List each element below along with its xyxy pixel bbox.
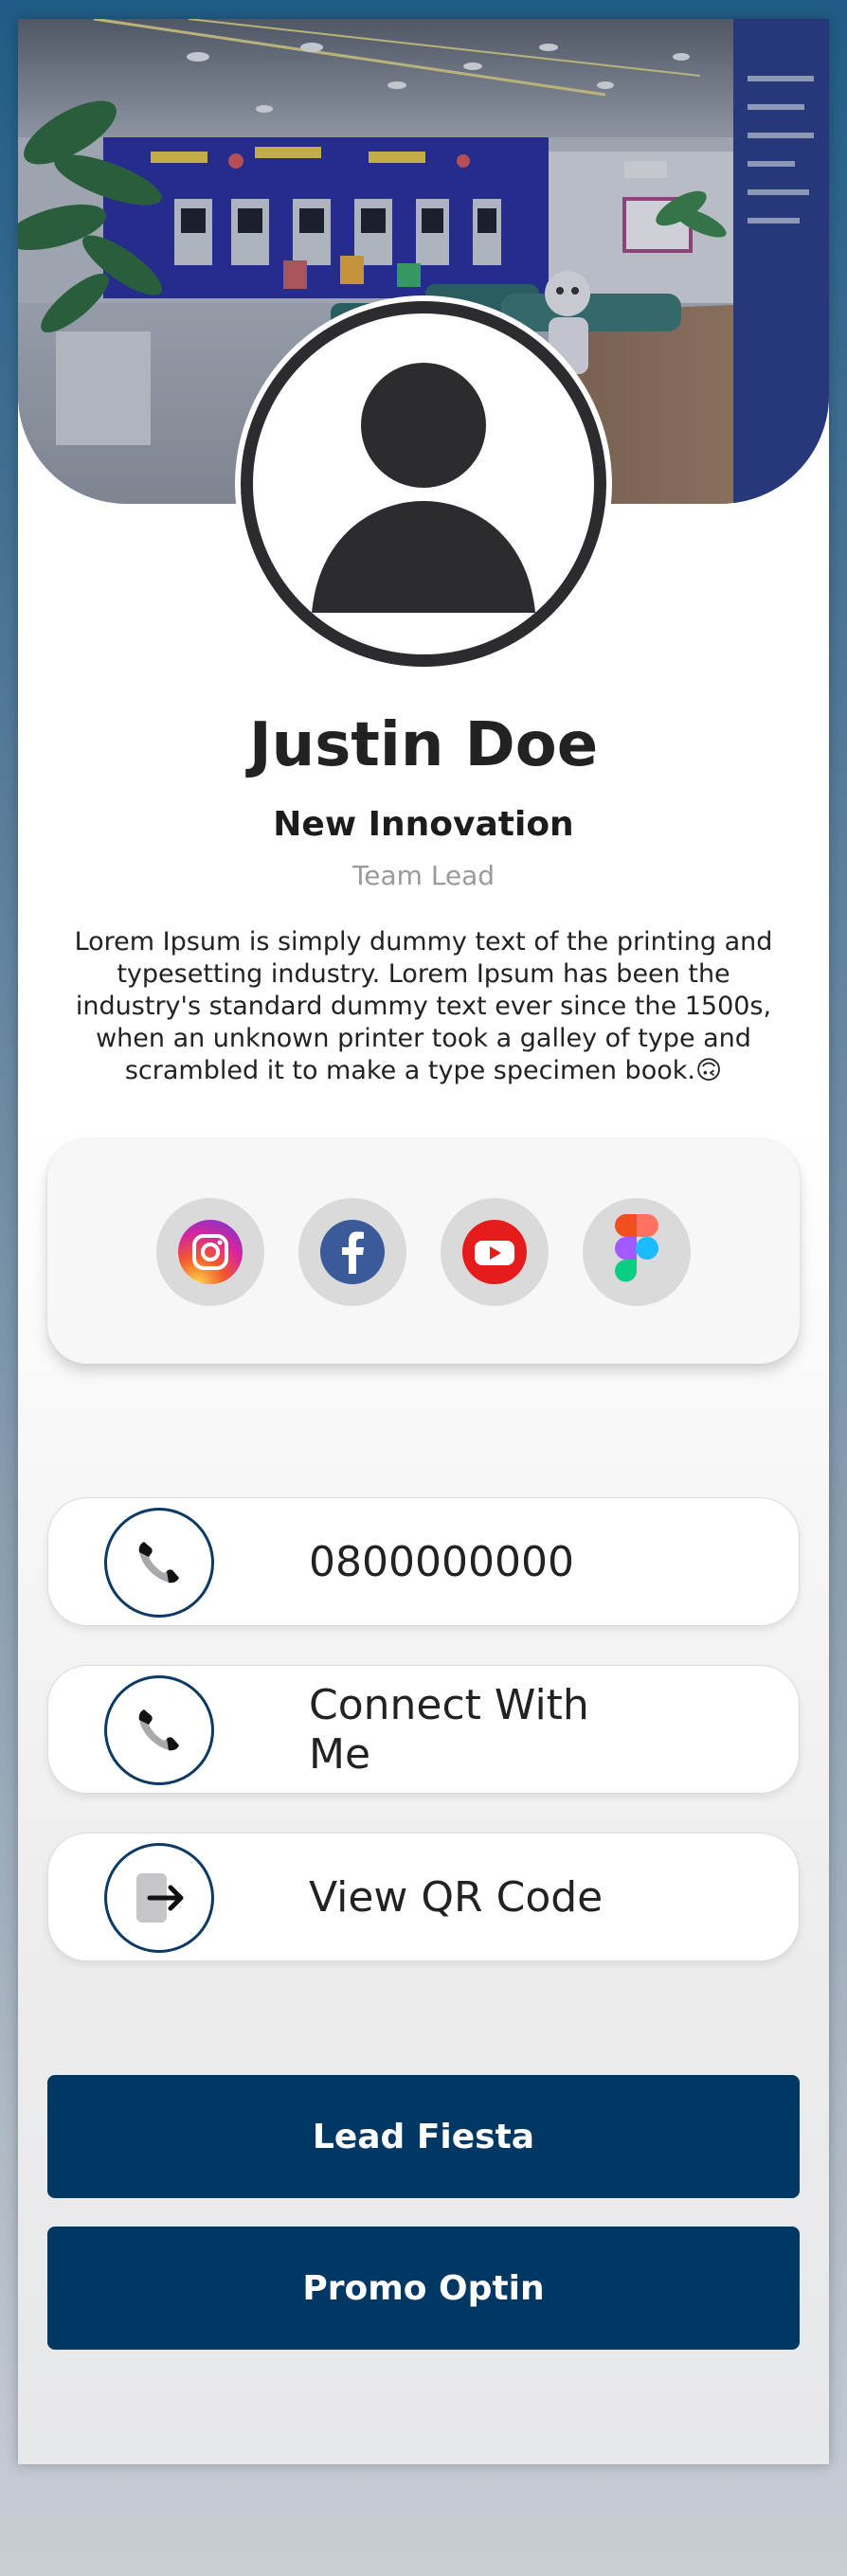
figma-icon (615, 1214, 658, 1282)
user-silhouette-icon (312, 363, 535, 613)
avatar-ring (235, 295, 612, 672)
phone-icon (138, 1709, 179, 1751)
avatar[interactable] (241, 301, 606, 667)
facebook-link[interactable] (298, 1198, 406, 1306)
figma-link[interactable] (583, 1198, 691, 1306)
instagram-link[interactable] (156, 1198, 264, 1306)
social-links-panel (47, 1139, 800, 1364)
instagram-icon (178, 1220, 243, 1284)
bio-text: Lorem Ipsum is simply dummy text of the … (56, 926, 791, 1087)
profile-card: Justin Doe New Innovation Team Lead Lore… (18, 19, 829, 2464)
company-name: New Innovation (273, 805, 574, 844)
phone-icon-circle (104, 1675, 214, 1785)
bio-body: Lorem Ipsum is simply dummy text of the … (74, 927, 773, 1085)
view-qr-code-button[interactable]: View QR Code (47, 1833, 800, 1961)
job-title: Team Lead (351, 860, 496, 891)
promo-optin-button[interactable]: Promo Optin (47, 2227, 800, 2350)
connect-with-me-button[interactable]: Connect With Me (47, 1665, 800, 1794)
facebook-icon (320, 1220, 385, 1284)
youtube-icon (462, 1220, 527, 1284)
connect-with-me-label: Connect With Me (309, 1681, 589, 1779)
exit-arrow-icon (136, 1873, 184, 1923)
phone-icon (138, 1542, 179, 1583)
exit-icon-circle (104, 1843, 214, 1953)
phone-icon-circle (104, 1508, 214, 1618)
lead-fiesta-button[interactable]: Lead Fiesta (47, 2075, 800, 2198)
view-qr-code-label: View QR Code (309, 1873, 604, 1922)
profile-name: Justin Doe (248, 710, 599, 780)
upside-down-face-emoji: 🙃 (694, 1056, 723, 1085)
phone-number-button[interactable]: 0800000000 (47, 1497, 800, 1626)
youtube-link[interactable] (441, 1198, 549, 1306)
phone-number-label: 0800000000 (309, 1538, 574, 1586)
